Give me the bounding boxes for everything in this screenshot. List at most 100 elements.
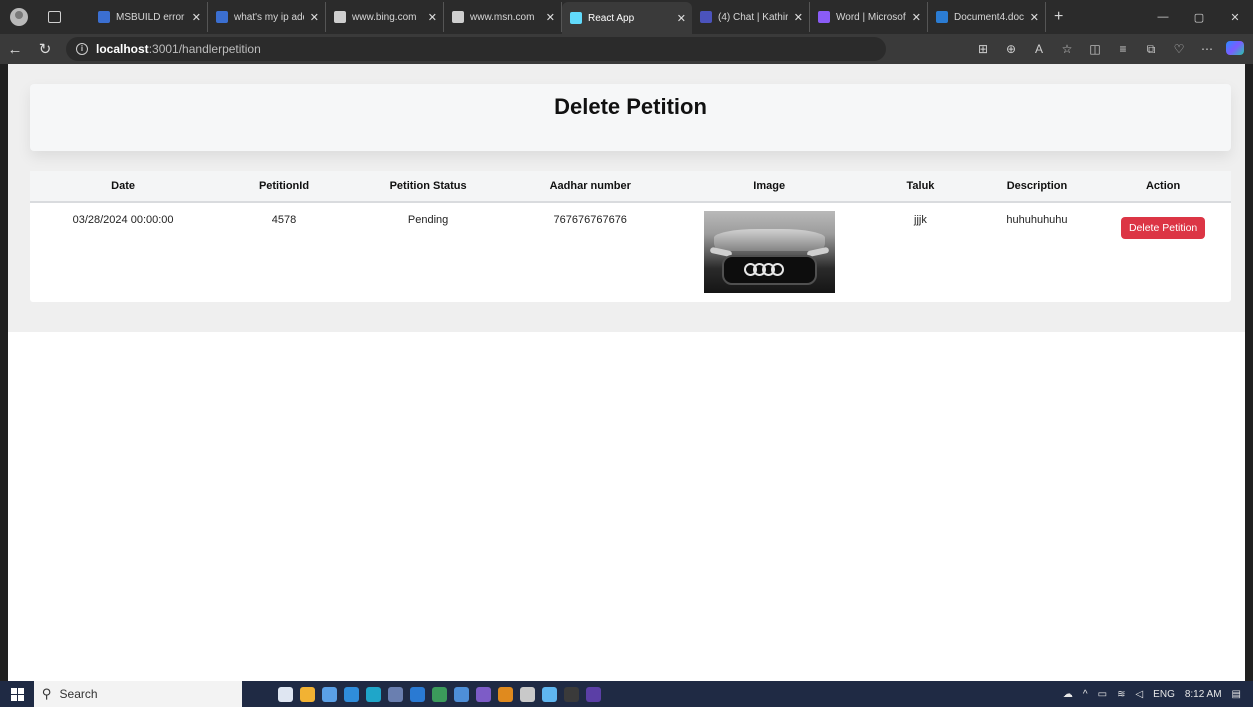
app-grid-icon[interactable]: ⊞ — [969, 42, 997, 56]
mail-icon[interactable] — [344, 686, 359, 702]
table-header-row: Date PetitionId Petition Status Aadhar n… — [30, 171, 1231, 203]
petition-table-card: Date PetitionId Petition Status Aadhar n… — [30, 171, 1231, 302]
search-icon: ⚲ — [42, 686, 52, 701]
notifications-icon[interactable]: ▤ — [1232, 689, 1241, 700]
page-section: Delete Petition Date PetitionId Petition… — [8, 64, 1245, 332]
page-viewport: Delete Petition Date PetitionId Petition… — [8, 64, 1245, 681]
language-indicator[interactable]: ENG — [1153, 689, 1175, 700]
file-explorer-icon[interactable] — [300, 686, 315, 702]
table-row: 03/28/2024 00:00:00 4578 Pending 7676767… — [30, 202, 1231, 302]
back-arrow-icon[interactable]: ← — [0, 41, 30, 58]
browser-tab[interactable]: www.bing.com ✕ — [326, 2, 444, 32]
url-path: :3001/handlerpetition — [148, 42, 261, 56]
browser-tab[interactable]: Word | Microsoft ✕ — [810, 2, 928, 32]
page-title: Delete Petition — [554, 94, 707, 119]
taskbar-pinned-apps — [278, 686, 601, 702]
app-icon-4[interactable] — [498, 686, 513, 702]
browser-tab[interactable]: what's my ip addres ✕ — [208, 2, 326, 32]
close-window-button[interactable]: ✕ — [1217, 11, 1253, 24]
site-info-icon[interactable]: i — [76, 43, 88, 55]
collections-icon[interactable]: ⧉ — [1137, 42, 1165, 57]
battery-icon[interactable]: ▭ — [1098, 689, 1107, 700]
app-icon-3[interactable] — [454, 686, 469, 702]
title-card: Delete Petition — [30, 84, 1231, 151]
header-image: Image — [676, 171, 863, 203]
profile-avatar-icon[interactable] — [10, 8, 28, 26]
vscode-icon[interactable] — [410, 686, 425, 702]
maximize-button[interactable]: ▢ — [1181, 11, 1217, 24]
tab-title: Document4.docx — [954, 11, 1024, 23]
tab-strip-left — [0, 0, 90, 34]
browser-tab-strip: MSBUILD error MSB4✕what's my ip addres✕w… — [0, 0, 1253, 34]
minimize-button[interactable]: — — [1145, 11, 1181, 23]
tab-close-icon[interactable]: ✕ — [794, 11, 803, 24]
zoom-icon[interactable]: ⊕ — [997, 42, 1025, 56]
tab-close-icon[interactable]: ✕ — [546, 11, 555, 24]
app-icon-2[interactable] — [432, 686, 447, 702]
favorites-list-icon[interactable]: ≡ — [1109, 42, 1137, 56]
url-host: localhost — [96, 42, 149, 56]
tab-title: what's my ip addres — [234, 11, 304, 23]
browser-essentials-icon[interactable]: ♡ — [1165, 42, 1193, 56]
store-icon[interactable] — [322, 686, 337, 702]
tab-favicon-icon — [936, 11, 948, 23]
cell-petition-id: 4578 — [271, 214, 297, 226]
terminal-icon[interactable] — [564, 686, 579, 702]
browser-tab[interactable]: MSBUILD error MSB4 ✕ — [90, 2, 208, 32]
browser-tab[interactable]: www.msn.com ✕ — [444, 2, 562, 32]
tab-close-icon[interactable]: ✕ — [428, 11, 437, 24]
browser-tab[interactable]: Document4.docx ✕ — [928, 2, 1046, 32]
app-icon-5[interactable] — [542, 686, 557, 702]
tray-overflow-icon[interactable]: ^ — [1083, 689, 1088, 700]
edge-icon[interactable] — [366, 686, 381, 702]
delete-petition-button[interactable]: Delete Petition — [1120, 217, 1206, 239]
system-tray: ☁ ^ ▭ ≋ ◁ ENG 8:12 AM ▤ — [1063, 689, 1253, 700]
tab-close-icon[interactable]: ✕ — [1030, 11, 1039, 24]
tab-list: MSBUILD error MSB4✕what's my ip addres✕w… — [90, 0, 1046, 34]
wifi-icon[interactable]: ≋ — [1117, 689, 1125, 700]
new-tab-button[interactable]: + — [1046, 8, 1071, 26]
tab-close-icon[interactable]: ✕ — [677, 12, 686, 25]
weather-icon[interactable]: ☁ — [1063, 689, 1073, 700]
url-input[interactable]: i localhost:3001/handlerpetition — [66, 37, 886, 61]
header-description: Description — [978, 171, 1096, 203]
browser-toolbar: ⊞ ⊕ A ☆ ◫ ≡ ⧉ ♡ ⋯ — [969, 40, 1253, 58]
tab-close-icon[interactable]: ✕ — [310, 11, 319, 24]
start-button[interactable] — [0, 687, 34, 701]
copilot-icon[interactable] — [1221, 40, 1249, 58]
address-bar-row: ← ↻ i localhost:3001/handlerpetition ⊞ ⊕… — [0, 34, 1253, 64]
clock[interactable]: 8:12 AM — [1185, 689, 1222, 700]
cell-date: 03/28/2024 00:00:00 — [72, 214, 174, 226]
tab-title: www.bing.com — [352, 11, 417, 23]
tab-favicon-icon — [700, 11, 712, 23]
taskbar-search-label: Search — [59, 687, 98, 701]
browser-tab[interactable]: React App ✕ — [562, 2, 692, 34]
split-screen-icon[interactable]: ◫ — [1081, 42, 1109, 56]
task-view-icon[interactable] — [278, 686, 293, 702]
tab-title: Word | Microsoft — [836, 11, 906, 23]
tab-favicon-icon — [334, 11, 346, 23]
tab-title: (4) Chat | Kathirv — [718, 11, 788, 23]
favorite-star-icon[interactable]: ☆ — [1053, 42, 1081, 56]
tab-close-icon[interactable]: ✕ — [192, 11, 201, 24]
tab-close-icon[interactable]: ✕ — [912, 11, 921, 24]
volume-icon[interactable]: ◁ — [1135, 689, 1143, 700]
taskbar-search-box[interactable]: ⚲ Search — [34, 681, 242, 707]
workspaces-icon[interactable] — [48, 11, 61, 23]
app-icon-6[interactable] — [586, 686, 601, 702]
app-icon-1[interactable] — [388, 686, 403, 702]
petition-table: Date PetitionId Petition Status Aadhar n… — [30, 171, 1231, 302]
browser-tab[interactable]: (4) Chat | Kathirv ✕ — [692, 2, 810, 32]
visual-studio-icon[interactable] — [476, 686, 491, 702]
header-date: Date — [30, 171, 217, 203]
windows-logo-icon — [10, 687, 24, 701]
cell-aadhar: 767676767676 — [553, 214, 627, 226]
read-aloud-icon[interactable]: A — [1025, 42, 1053, 56]
header-taluk: Taluk — [862, 171, 979, 203]
tab-title: React App — [588, 12, 635, 24]
settings-gear-icon[interactable] — [520, 686, 535, 702]
cell-description: huhuhuhuhu — [1006, 214, 1068, 226]
more-menu-icon[interactable]: ⋯ — [1193, 42, 1221, 56]
tab-favicon-icon — [98, 11, 110, 23]
refresh-icon[interactable]: ↻ — [30, 40, 60, 58]
